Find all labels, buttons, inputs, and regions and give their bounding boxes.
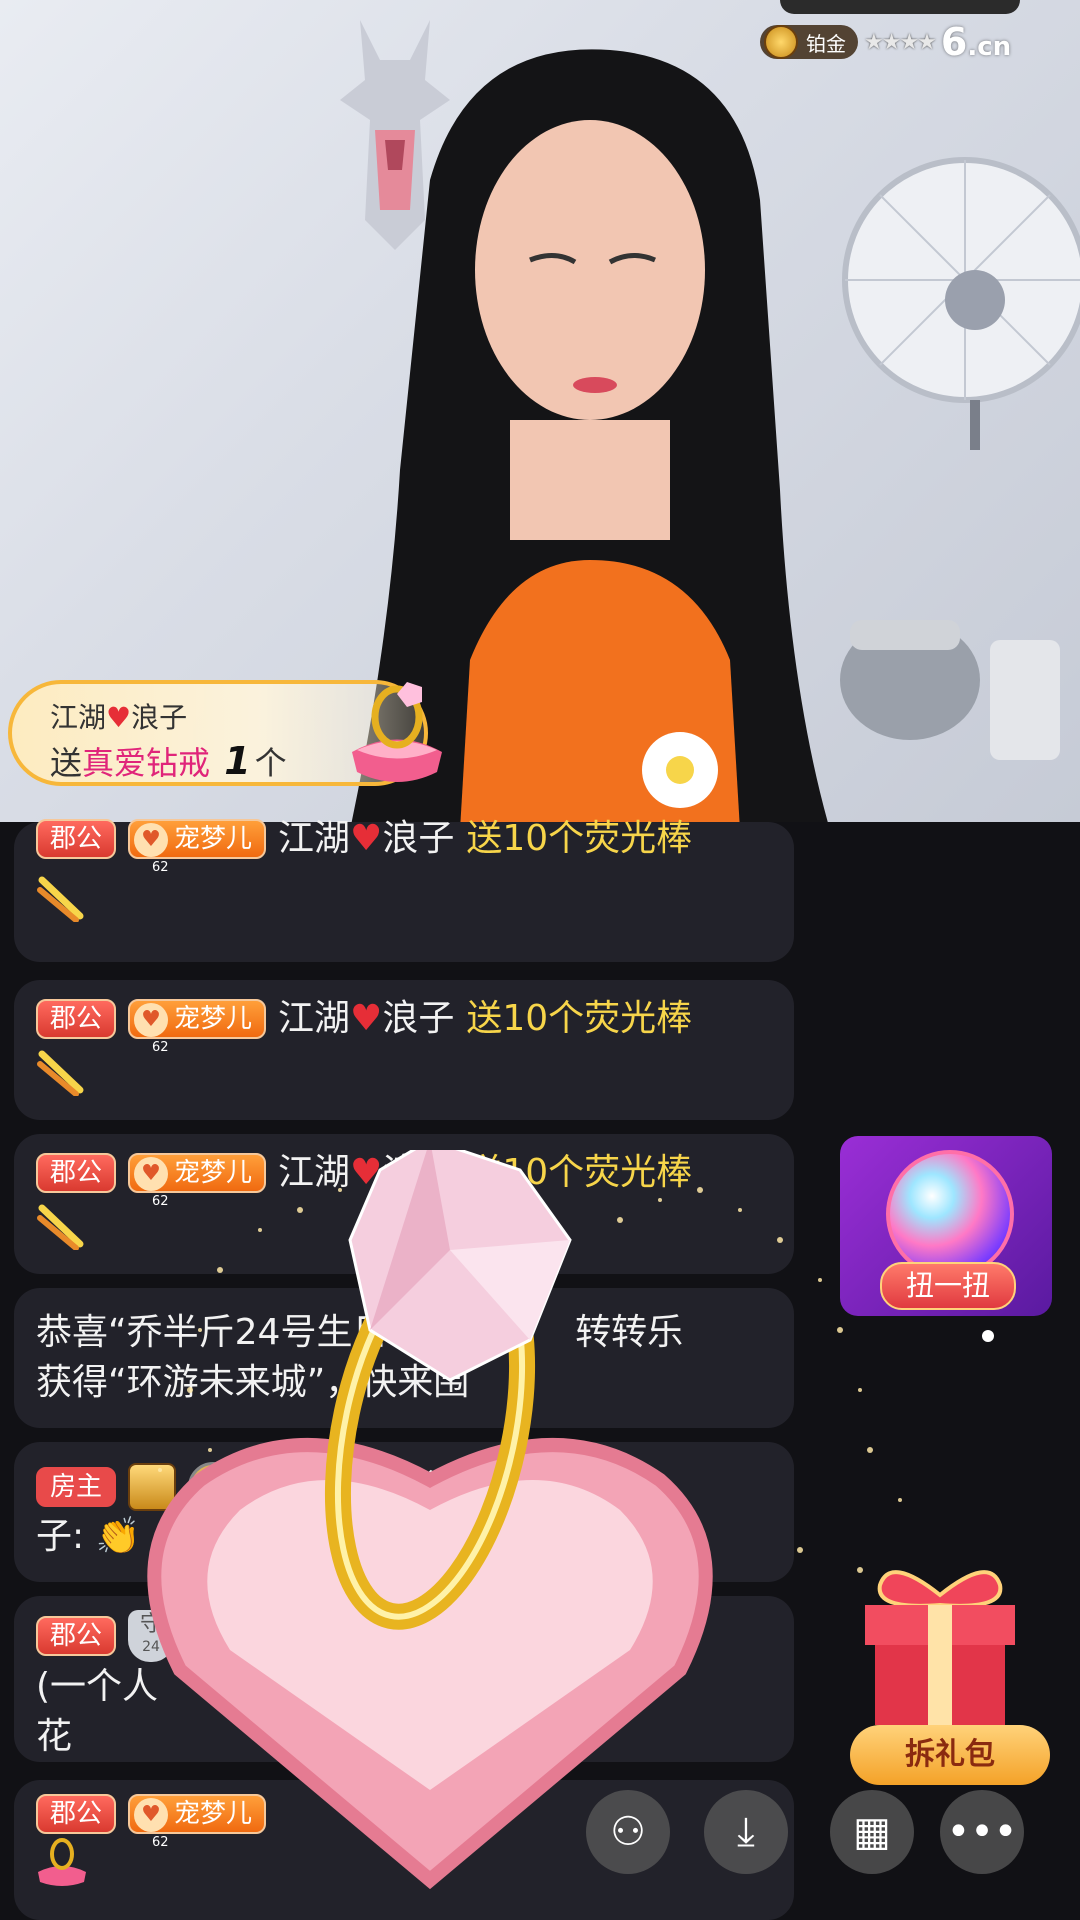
gashapon-widget[interactable]: 扭一扭 bbox=[840, 1136, 1052, 1316]
noble-badge: 郡公 bbox=[36, 999, 117, 1039]
gift-box-icon bbox=[865, 1570, 1015, 1725]
gift-action: 送10个荧光棒 bbox=[466, 818, 693, 859]
glowstick-icon bbox=[37, 876, 84, 923]
noble-badge: 郡公 bbox=[36, 819, 117, 859]
more-button[interactable]: ••• bbox=[940, 1790, 1024, 1874]
twist-button[interactable]: 扭一扭 bbox=[880, 1262, 1016, 1310]
diamond-ring-gift-icon bbox=[352, 682, 442, 782]
gift-notification-banner: 江湖♥浪子 送真爱钻戒 1个 bbox=[8, 680, 442, 786]
gift-action: 送10个荧光棒 bbox=[466, 998, 693, 1039]
noble-badge: 郡公 bbox=[36, 1153, 117, 1193]
clap-hands-icon: 👏 bbox=[95, 1516, 141, 1557]
more-icon: ••• bbox=[946, 1809, 1018, 1855]
chat-username[interactable]: 江湖♥浪子 bbox=[278, 814, 454, 864]
chat-username[interactable]: 江湖♥浪子 bbox=[278, 1148, 454, 1198]
chat-message[interactable]: 郡公 ♥ 62 宠梦儿 江湖♥浪子 送10个荧光棒 bbox=[14, 818, 794, 962]
chat-username[interactable]: 江湖♥浪子 bbox=[278, 994, 454, 1044]
share-icon: ⚇ bbox=[610, 1809, 646, 1855]
rank-label: 铂金 bbox=[806, 31, 846, 56]
status-pill bbox=[780, 0, 1020, 14]
gift-detail: 送真爱钻戒 1个 bbox=[50, 739, 287, 783]
noble-badge: 郡公 bbox=[36, 1616, 117, 1656]
heart-icon: ♥ bbox=[350, 818, 383, 859]
download-icon: ⤓ bbox=[737, 1809, 755, 1855]
share-button[interactable]: ⚇ bbox=[586, 1790, 670, 1874]
fan-club-badge: ♥ 62 宠梦儿 bbox=[128, 999, 267, 1055]
apps-button[interactable]: ▦ bbox=[830, 1790, 914, 1874]
open-gift-button[interactable]: 拆礼包 bbox=[850, 1725, 1050, 1785]
rank-stars-icon: ★★★★ bbox=[864, 29, 937, 55]
gift-sender[interactable]: 江湖♥浪子 bbox=[50, 696, 187, 736]
microphone bbox=[840, 620, 1060, 760]
glowstick-icon bbox=[37, 1050, 84, 1097]
heart-icon: ♥ bbox=[350, 998, 383, 1039]
bottom-toolbar: ⚇ ⤓ ▦ ••• bbox=[0, 1790, 1080, 1890]
chat-message[interactable]: 郡公 ♥ 62 宠梦儿 江湖♥浪子 送10个荧光棒 bbox=[14, 980, 794, 1120]
live-video[interactable]: 铂金 ★★★★ 6.cn 江湖♥浪子 送真爱钻戒 1个 bbox=[0, 0, 1080, 822]
rank-badge[interactable]: 铂金 bbox=[760, 25, 858, 59]
host-badge: 房主 bbox=[36, 1467, 117, 1507]
heart-icon: ♥ bbox=[594, 1466, 627, 1507]
chat-message[interactable]: 郡公 守 24 (一个人 花 bbox=[14, 1596, 794, 1762]
fan-club-badge: ♥ 62 宠梦儿 bbox=[128, 819, 267, 875]
gift-count: 1 bbox=[224, 739, 251, 783]
guard-shield-icon: 守 24 bbox=[128, 1610, 175, 1662]
level-medal-icon bbox=[188, 1462, 239, 1512]
rank-coin-icon bbox=[764, 25, 798, 59]
system-message[interactable]: 恭喜“乔半斤24号生日”房间在 转转乐 获得“环游未来城”，快来围 bbox=[14, 1288, 794, 1428]
gift-name: 真爱钻戒 bbox=[82, 744, 211, 782]
grid-icon: ▦ bbox=[853, 1809, 891, 1855]
heart-icon: ♥ bbox=[350, 1152, 383, 1193]
glowstick-icon bbox=[37, 1204, 84, 1251]
gift-package[interactable]: 拆礼包 bbox=[850, 1555, 1050, 1785]
gold-bar-icon bbox=[128, 1463, 177, 1511]
chat-message[interactable]: 郡公 ♥ 62 宠梦儿 江湖♥浪子 送10个荧光棒 bbox=[14, 1134, 794, 1274]
chat-message[interactable]: 房主 梦心♥缘于遇 ♥浪 子: 👏 bbox=[14, 1442, 794, 1582]
page-indicator-dot bbox=[982, 1330, 994, 1342]
site-logo: 6.cn bbox=[940, 20, 1012, 64]
gashapon-ball-icon bbox=[886, 1150, 1014, 1278]
heart-icon: ♥ bbox=[322, 1466, 355, 1507]
heart-icon: ♥ bbox=[106, 701, 132, 734]
stream-rank-area: 铂金 ★★★★ 6.cn bbox=[760, 20, 1012, 64]
chat-username[interactable]: 梦心♥缘于遇 bbox=[250, 1462, 462, 1512]
download-button[interactable]: ⤓ bbox=[704, 1790, 788, 1874]
fan-club-badge: ♥ 62 宠梦儿 bbox=[128, 1153, 267, 1209]
gift-action: 送10个荧光棒 bbox=[466, 1152, 693, 1193]
